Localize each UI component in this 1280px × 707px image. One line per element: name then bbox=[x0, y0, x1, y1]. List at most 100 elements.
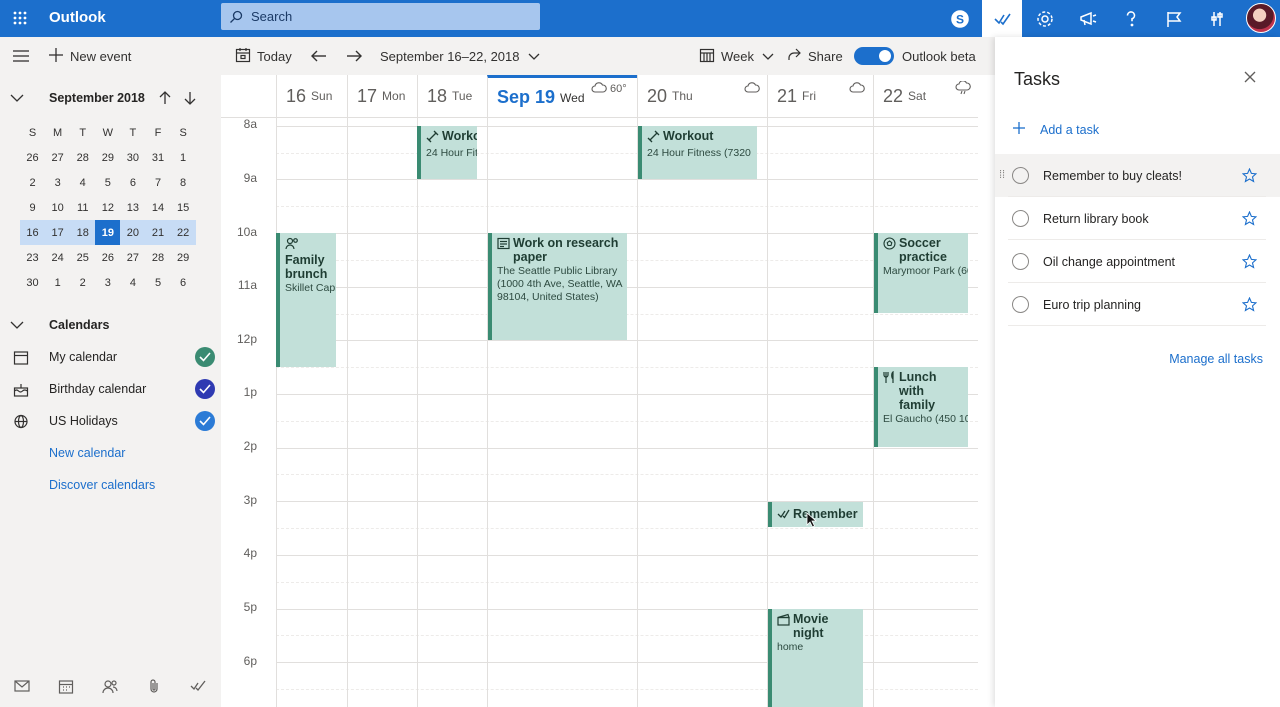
people-icon[interactable] bbox=[88, 679, 132, 694]
new-calendar-link[interactable]: New calendar bbox=[49, 446, 125, 460]
mini-calendar-day[interactable]: 14 bbox=[145, 195, 170, 220]
mini-calendar-day[interactable]: 26 bbox=[20, 145, 45, 170]
calendar-item-my-calendar[interactable]: My calendar bbox=[10, 341, 215, 373]
task-complete-checkbox[interactable] bbox=[1012, 253, 1029, 270]
task-item[interactable]: Return library book bbox=[995, 197, 1280, 240]
mini-calendar-day[interactable]: 27 bbox=[120, 245, 145, 270]
mini-calendar-day[interactable]: 11 bbox=[70, 195, 95, 220]
drag-handle-icon[interactable]: ⁞⁞ bbox=[999, 170, 1007, 181]
mini-calendar-day[interactable]: 28 bbox=[145, 245, 170, 270]
mini-calendar-day[interactable]: 4 bbox=[70, 170, 95, 195]
date-range-picker[interactable]: September 16–22, 2018 bbox=[380, 37, 540, 75]
event-family-brunch[interactable]: Family brunch Skillet Capitol Hill bbox=[276, 233, 336, 367]
share-button[interactable]: Share bbox=[786, 37, 843, 75]
megaphone-icon[interactable] bbox=[1068, 0, 1108, 37]
mini-calendar-day[interactable]: 29 bbox=[95, 145, 120, 170]
mini-calendar-day[interactable]: 26 bbox=[95, 245, 120, 270]
day-header-mon[interactable]: 17 Mon bbox=[347, 75, 417, 117]
event-research-paper[interactable]: Work on research paper The Seattle Publi… bbox=[488, 233, 627, 340]
task-item[interactable]: ⁞⁞ Remember to buy cleats! bbox=[995, 154, 1280, 197]
mini-calendar-day[interactable]: 6 bbox=[171, 270, 196, 295]
mini-calendar-day[interactable]: 21 bbox=[145, 220, 170, 245]
mini-calendar-day[interactable]: 10 bbox=[45, 195, 70, 220]
search-box[interactable] bbox=[221, 3, 540, 30]
mini-calendar-month[interactable]: September 2018 bbox=[49, 91, 145, 105]
mini-calendar-day[interactable]: 28 bbox=[70, 145, 95, 170]
mini-calendar-day[interactable]: 30 bbox=[120, 145, 145, 170]
task-complete-checkbox[interactable] bbox=[1012, 167, 1029, 184]
mail-icon[interactable] bbox=[0, 680, 44, 692]
tasks-icon[interactable] bbox=[176, 679, 220, 693]
mini-calendar-day[interactable]: 16 bbox=[20, 220, 45, 245]
mini-calendar-day[interactable]: 4 bbox=[120, 270, 145, 295]
day-header-tue[interactable]: 18 Tue bbox=[417, 75, 487, 117]
avatar[interactable] bbox=[1246, 3, 1276, 33]
mini-calendar-day[interactable]: 8 bbox=[171, 170, 196, 195]
mini-calendar-day[interactable]: 12 bbox=[95, 195, 120, 220]
mini-calendar-day[interactable]: 1 bbox=[45, 270, 70, 295]
manage-all-tasks-link[interactable]: Manage all tasks bbox=[1169, 352, 1263, 366]
view-selector[interactable]: Week bbox=[699, 37, 774, 75]
event-movie-night[interactable]: Movie night home bbox=[768, 609, 863, 707]
outlook-beta-toggle[interactable]: Outlook beta bbox=[854, 37, 976, 75]
discover-calendars-link[interactable]: Discover calendars bbox=[49, 478, 155, 492]
star-icon[interactable] bbox=[1241, 210, 1258, 227]
star-icon[interactable] bbox=[1241, 167, 1258, 184]
mini-calendar-day[interactable]: 9 bbox=[20, 195, 45, 220]
today-button[interactable]: Today bbox=[235, 37, 292, 75]
mini-calendar-day[interactable]: 3 bbox=[95, 270, 120, 295]
help-icon[interactable] bbox=[1111, 0, 1151, 37]
mini-calendar-day[interactable]: 27 bbox=[45, 145, 70, 170]
chevron-down-icon[interactable] bbox=[10, 94, 40, 103]
mini-calendar-day[interactable]: 1 bbox=[171, 145, 196, 170]
mini-calendar-day[interactable]: 13 bbox=[120, 195, 145, 220]
checkmark-icon[interactable] bbox=[195, 379, 215, 399]
skype-icon[interactable]: S bbox=[940, 0, 980, 37]
mini-calendar-day[interactable]: 23 bbox=[20, 245, 45, 270]
task-complete-checkbox[interactable] bbox=[1012, 296, 1029, 313]
app-title[interactable]: Outlook bbox=[49, 9, 106, 26]
checkmark-icon[interactable] bbox=[195, 347, 215, 367]
event-workout-thu[interactable]: Workout 24 Hour Fitness (7320 bbox=[638, 126, 757, 179]
mini-calendar-day[interactable]: 20 bbox=[120, 220, 145, 245]
calendar-icon[interactable] bbox=[44, 679, 88, 694]
mini-calendar-day[interactable]: 22 bbox=[171, 220, 196, 245]
mini-calendar-day[interactable]: 18 bbox=[70, 220, 95, 245]
mini-calendar-day[interactable]: 17 bbox=[45, 220, 70, 245]
close-icon[interactable] bbox=[1243, 70, 1259, 86]
mini-calendar-day[interactable]: 30 bbox=[20, 270, 45, 295]
mini-calendar-day[interactable]: 7 bbox=[145, 170, 170, 195]
day-header-sun[interactable]: 16 Sun bbox=[276, 75, 347, 117]
mini-calendar-day[interactable]: 2 bbox=[20, 170, 45, 195]
toggle-switch[interactable] bbox=[854, 47, 894, 65]
mini-calendar-day[interactable]: 3 bbox=[45, 170, 70, 195]
calendar-item-us-holidays[interactable]: US Holidays bbox=[10, 405, 215, 437]
task-item[interactable]: Oil change appointment bbox=[995, 240, 1280, 283]
star-icon[interactable] bbox=[1241, 296, 1258, 313]
attachment-icon[interactable] bbox=[132, 678, 176, 694]
event-lunch-with-family[interactable]: Lunch with family El Gaucho (450 10 bbox=[874, 367, 968, 447]
mini-calendar-day[interactable]: 31 bbox=[145, 145, 170, 170]
mini-calendar-today[interactable]: 19 bbox=[95, 220, 121, 245]
mini-calendar-day[interactable]: 24 bbox=[45, 245, 70, 270]
new-event-button[interactable]: New event bbox=[48, 37, 131, 75]
hamburger-menu-icon[interactable] bbox=[12, 37, 36, 75]
app-launcher-icon[interactable] bbox=[8, 7, 32, 29]
calendars-heading[interactable]: Calendars bbox=[10, 315, 210, 335]
task-item[interactable]: Euro trip planning bbox=[995, 283, 1280, 326]
mini-calendar-day[interactable]: 6 bbox=[120, 170, 145, 195]
mini-calendar-day[interactable]: 15 bbox=[171, 195, 196, 220]
tasks-icon[interactable] bbox=[982, 0, 1022, 37]
settings-gear-icon[interactable] bbox=[1025, 0, 1065, 37]
calendar-item-birthday[interactable]: Birthday calendar bbox=[10, 373, 215, 405]
star-icon[interactable] bbox=[1241, 253, 1258, 270]
event-soccer-practice[interactable]: Soccer practice Marymoor Park (6046 bbox=[874, 233, 968, 313]
arrow-up-icon[interactable] bbox=[159, 91, 171, 105]
mini-calendar-day[interactable]: 2 bbox=[70, 270, 95, 295]
add-task-button[interactable]: Add a task bbox=[1012, 121, 1099, 138]
task-complete-checkbox[interactable] bbox=[1012, 210, 1029, 227]
mini-calendar-day[interactable]: 29 bbox=[171, 245, 196, 270]
arrow-down-icon[interactable] bbox=[184, 91, 196, 105]
previous-week-arrow-icon[interactable] bbox=[310, 37, 334, 75]
tools-icon[interactable] bbox=[1197, 0, 1237, 37]
